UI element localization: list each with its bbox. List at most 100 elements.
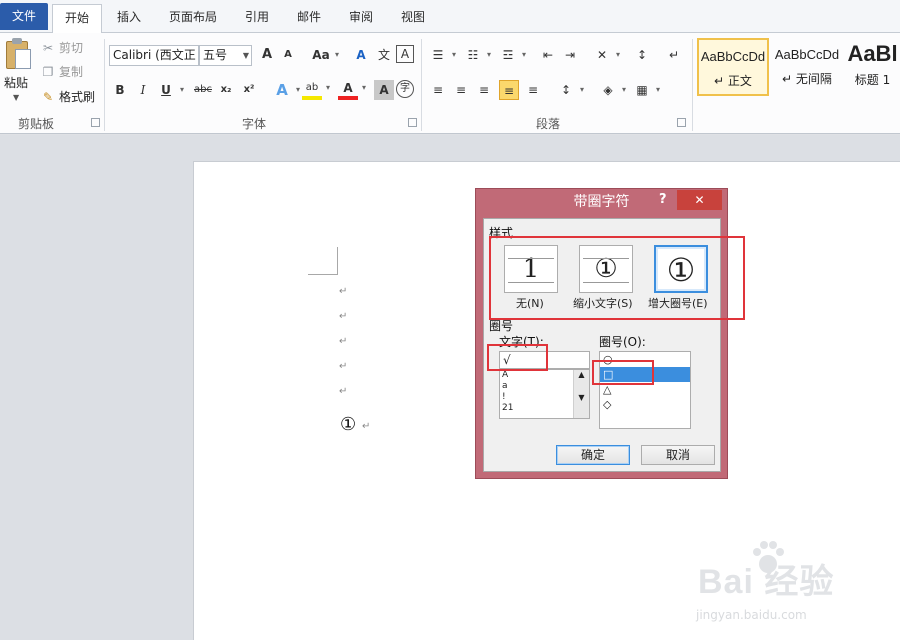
shrink-font-button[interactable]: A [278,45,298,65]
chevron-down-icon[interactable]: ▼ [574,393,589,402]
tab-insert[interactable]: 插入 [108,4,150,33]
paintbrush-icon: ✎ [42,90,54,104]
format-painter-button[interactable]: ✎ 格式刷 [40,88,95,106]
multilevel-list-button[interactable]: ☲ [498,45,526,65]
tab-references[interactable]: 引用 [236,4,278,33]
copy-label: 复制 [59,65,84,79]
character-border-button[interactable]: A [396,45,414,63]
enclosed-character: ① [340,414,357,435]
bold-button[interactable]: B [110,80,130,100]
highlight-button[interactable]: ab [302,80,330,100]
group-divider [421,39,422,131]
copy-icon: ❐ [42,65,54,79]
scissors-icon: ✂ [42,41,54,55]
help-icon[interactable]: ? [659,192,667,207]
italic-button[interactable]: I [133,80,153,100]
clipboard-launcher[interactable] [91,118,100,127]
tab-file[interactable]: 文件 [0,3,48,30]
paste-label: 粘贴 [4,76,29,90]
tab-review[interactable]: 审阅 [340,4,382,33]
font-name-combo[interactable]: Calibri (西文正 [109,45,199,66]
style-no-spacing[interactable]: AaBbCcDd ↵ 无间隔 [771,38,843,96]
highlight-text-input [487,344,548,371]
enclosure-field-label: 圈号(O): [599,335,646,349]
cut-button[interactable]: ✂ 剪切 [40,39,83,57]
styles-gallery: AaBbCcDd ↵ 正文 AaBbCcDd ↵ 无间隔 AaBl 标题 1 [697,38,900,102]
paragraph-mark: ↵ [339,286,348,297]
font-size-value: 五号 [203,48,228,62]
character-shading-button[interactable]: A [374,80,394,100]
tab-page-layout[interactable]: 页面布局 [160,4,226,33]
tab-home[interactable]: 开始 [52,4,102,34]
paste-button[interactable]: 粘贴 ▼ [0,33,36,109]
font-name-value: Calibri (西文正 [113,48,196,62]
ok-button[interactable]: 确定 [556,445,630,465]
cancel-button[interactable]: 取消 [641,445,715,465]
subscript-button[interactable]: x₂ [216,80,236,100]
increase-indent-button[interactable]: ⇥ [560,45,580,65]
chevron-up-icon[interactable]: ▲ [574,370,589,379]
align-left-button[interactable]: ≡ [428,80,448,100]
distributed-button[interactable]: ≡ [523,80,543,100]
line-spacing-button[interactable]: ↕ [556,80,584,100]
tab-view[interactable]: 视图 [392,4,434,33]
style-name: ↵ 正文 [714,74,752,88]
paragraph-mark: ↵ [339,386,348,397]
font-size-combo[interactable]: 五号 ▼ [199,45,252,66]
style-name: 标题 1 [854,73,891,87]
highlight-style-options [489,236,745,320]
list-item[interactable]: ◇ [600,397,690,412]
enclose-characters-dialog: 带圈字符 ? ✕ 样式 1 无(N) ① 缩小文字(S) ① 增大圈号(E) 圈… [475,188,728,479]
chinese-layout-button[interactable]: ✕ [592,45,620,65]
tab-mailings[interactable]: 邮件 [288,4,330,33]
style-normal[interactable]: AaBbCcDd ↵ 正文 [697,38,769,96]
decrease-indent-button[interactable]: ⇤ [538,45,558,65]
borders-button[interactable]: ▦ [632,80,660,100]
format-painter-label: 格式刷 [59,90,96,104]
show-marks-button[interactable]: ↵ [664,45,684,65]
paragraph-group-label: 段落 [536,117,561,131]
close-button[interactable]: ✕ [677,190,722,210]
chevron-down-icon: ▼ [242,51,249,60]
group-divider [104,39,105,131]
clipboard-group-label: 剪贴板 [18,117,55,131]
change-case-button[interactable]: Aa [311,45,339,65]
underline-button[interactable]: U [156,80,184,100]
font-launcher[interactable] [408,118,417,127]
font-group-label: 字体 [242,117,267,131]
style-sample: AaBbCcDd [700,49,766,64]
bullets-button[interactable]: ☰ [428,45,456,65]
chevron-down-icon: ▼ [13,93,20,102]
paragraph-mark: ↵ [339,336,348,347]
grow-font-button[interactable]: A [257,45,277,65]
style-sample: AaBl [847,41,898,66]
numbering-button[interactable]: ☷ [463,45,491,65]
paragraph-launcher[interactable] [677,118,686,127]
text-list-scrollbar[interactable]: ▲ ▼ [573,370,589,418]
font-color-button[interactable]: A [338,80,366,100]
watermark-url: jingyan.baidu.com [696,608,807,622]
paragraph-mark: ↵ [339,311,348,322]
group-divider [692,39,693,131]
copy-button[interactable]: ❐ 复制 [40,63,83,81]
align-right-button[interactable]: ≡ [474,80,494,100]
paragraph-mark: ↵ [362,421,371,432]
cut-label: 剪切 [59,41,84,55]
justify-button[interactable]: ≡ [499,80,519,100]
sort-button[interactable]: ↕ [632,45,652,65]
enclose-characters-button[interactable]: 字 [396,80,414,98]
text-list[interactable]: A a ! 21 ▲ ▼ [499,369,590,419]
phonetic-guide-button[interactable]: 文 [374,45,394,65]
clear-format-button[interactable]: A [351,45,371,65]
style-heading-1[interactable]: AaBl 标题 1 [845,38,900,96]
ribbon-home: 粘贴 ▼ ✂ 剪切 ❐ 复制 ✎ 格式刷 剪贴板 Calibri (西文正 五号 ▼ A… [0,33,900,134]
center-button[interactable]: ≡ [451,80,471,100]
paste-icon [6,38,32,70]
superscript-button[interactable]: x² [239,80,259,100]
paragraph-shading-button[interactable]: ◈ [598,80,626,100]
close-icon: ✕ [694,193,705,207]
style-sample: AaBbCcDd [774,47,840,62]
strikethrough-button[interactable]: abc [193,80,213,100]
text-effects-button[interactable]: A [272,80,300,100]
ribbon-tab-bar: 文件 开始 插入 页面布局 引用 邮件 审阅 视图 [0,0,900,34]
